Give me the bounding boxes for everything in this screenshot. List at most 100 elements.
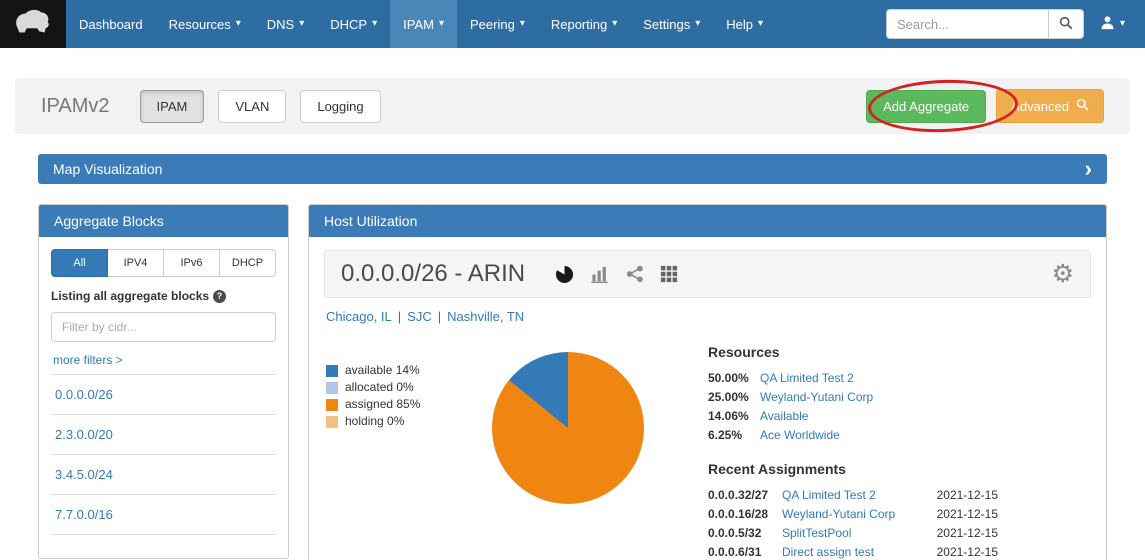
assignment-link[interactable]: Direct assign test — [782, 545, 874, 560]
legend-item-available: available 14% — [326, 362, 476, 379]
assignment-row: 0.0.0.16/28Weyland-Yutani Corp2021-12-15 — [708, 507, 998, 522]
utilization-subheader: 0.0.0.0/26 - ARIN ⚙ — [324, 250, 1091, 298]
aggregate-blocks-panel: Aggregate Blocks All IPV4 IPv6 DHCP List… — [38, 204, 289, 559]
assignment-date: 2021-12-15 — [927, 507, 998, 522]
add-aggregate-button[interactable]: Add Aggregate — [866, 90, 986, 123]
bison-logo-icon — [12, 8, 54, 41]
legend-item-assigned: assigned 85% — [326, 396, 476, 413]
assignment-date: 2021-12-15 — [927, 526, 998, 541]
nav-item-help[interactable]: Help▾ — [713, 0, 776, 48]
map-visualization-bar[interactable]: Map Visualization › — [38, 154, 1107, 184]
nav-item-resources[interactable]: Resources▾ — [156, 0, 254, 48]
tab-vlan[interactable]: VLAN — [218, 90, 286, 123]
recent-assignments-title: Recent Assignments — [708, 461, 998, 477]
list-item-block[interactable]: 0.0.0.0/26 — [51, 374, 276, 414]
location-link[interactable]: Chicago, IL — [326, 309, 392, 324]
assignment-link[interactable]: SplitTestPool — [782, 526, 851, 541]
nav-item-peering[interactable]: Peering▾ — [457, 0, 538, 48]
toolbar-actions: Add Aggregate Advanced — [866, 89, 1104, 123]
caret-down-icon: ▾ — [1120, 19, 1125, 29]
resource-row: 25.00%Weyland-Yutani Corp — [708, 390, 998, 405]
list-item-block[interactable]: 7.7.0.0/16 — [51, 494, 276, 534]
aggregate-block-list: 0.0.0.0/26 2.3.0.0/20 3.4.5.0/24 7.7.0.0… — [51, 374, 276, 558]
assignment-link[interactable]: QA Limited Test 2 — [782, 488, 876, 503]
main-content: Aggregate Blocks All IPV4 IPv6 DHCP List… — [38, 204, 1107, 560]
resources-title: Resources — [708, 344, 998, 360]
caret-down-icon: ▾ — [236, 19, 241, 29]
bar-chart-view-icon[interactable] — [590, 265, 610, 284]
location-separator: | — [398, 309, 401, 324]
nav-item-settings[interactable]: Settings▾ — [630, 0, 713, 48]
map-visualization-title: Map Visualization — [53, 161, 162, 177]
tab-dhcp[interactable]: DHCP — [220, 249, 276, 277]
resource-link[interactable]: Ace Worldwide — [760, 428, 840, 443]
cidr-filter-input[interactable] — [51, 312, 276, 342]
list-item-block-partial[interactable] — [51, 534, 276, 558]
assignment-date: 2021-12-15 — [927, 545, 998, 560]
tab-logging[interactable]: Logging — [300, 90, 380, 123]
chevron-right-icon: › — [1085, 161, 1092, 177]
tab-ipam[interactable]: IPAM — [140, 90, 205, 123]
nav-item-reporting[interactable]: Reporting▾ — [538, 0, 630, 48]
gear-icon[interactable]: ⚙ — [1052, 262, 1074, 287]
utilization-content: available 14% allocated 0% assigned 85% … — [309, 324, 1106, 560]
grid-view-icon[interactable] — [660, 265, 678, 283]
page-title: IPAMv2 — [41, 95, 110, 118]
caret-down-icon: ▾ — [758, 19, 763, 29]
location-link[interactable]: SJC — [407, 309, 432, 324]
resource-row: 50.00%QA Limited Test 2 — [708, 371, 998, 386]
logo[interactable] — [0, 0, 66, 48]
block-filter-tabs: All IPV4 IPv6 DHCP — [51, 249, 276, 277]
list-item-block[interactable]: 3.4.5.0/24 — [51, 454, 276, 494]
nav-item-dns[interactable]: DNS▾ — [254, 0, 317, 48]
user-menu[interactable]: ▾ — [1092, 0, 1133, 48]
search-button[interactable] — [1048, 9, 1084, 39]
list-item-block[interactable]: 2.3.0.0/20 — [51, 414, 276, 454]
caret-down-icon: ▾ — [520, 19, 525, 29]
legend-swatch — [326, 399, 338, 411]
search-icon — [1076, 98, 1089, 114]
search-group — [886, 9, 1084, 39]
user-icon — [1100, 15, 1115, 33]
more-filters-link[interactable]: more filters > — [53, 353, 123, 367]
pie-chart-view-icon[interactable] — [555, 265, 574, 284]
legend-swatch — [326, 416, 338, 428]
tab-all[interactable]: All — [51, 249, 108, 277]
toolbar: IPAMv2 IPAM VLAN Logging Add Aggregate A… — [15, 78, 1130, 134]
legend-swatch — [326, 365, 338, 377]
legend-swatch — [326, 382, 338, 394]
search-input[interactable] — [886, 9, 1048, 39]
caret-down-icon: ▾ — [695, 19, 700, 29]
pie-legend: available 14% allocated 0% assigned 85% … — [326, 362, 476, 560]
tab-ipv4[interactable]: IPV4 — [108, 249, 164, 277]
navbar: Dashboard Resources▾ DNS▾ DHCP▾ IPAM▾ Pe… — [0, 0, 1145, 48]
assignment-row: 0.0.0.6/31Direct assign test2021-12-15 — [708, 545, 998, 560]
listing-label: Listing all aggregate blocks? — [51, 289, 276, 303]
resource-row: 6.25%Ace Worldwide — [708, 428, 998, 443]
assignment-row: 0.0.0.32/27QA Limited Test 22021-12-15 — [708, 488, 998, 503]
pie-chart — [492, 352, 644, 504]
share-icon[interactable] — [626, 265, 644, 283]
nav-item-ipam[interactable]: IPAM▾ — [390, 0, 457, 48]
nav-item-dashboard[interactable]: Dashboard — [66, 0, 156, 48]
caret-down-icon: ▾ — [612, 19, 617, 29]
help-question-icon[interactable]: ? — [213, 290, 226, 303]
aggregate-blocks-header: Aggregate Blocks — [39, 205, 288, 237]
location-separator: | — [438, 309, 441, 324]
host-utilization-header: Host Utilization — [309, 205, 1106, 237]
legend-item-holding: holding 0% — [326, 413, 476, 430]
assignment-link[interactable]: Weyland-Yutani Corp — [782, 507, 895, 522]
assignment-date: 2021-12-15 — [927, 488, 998, 503]
advanced-button[interactable]: Advanced — [996, 89, 1104, 123]
tab-ipv6[interactable]: IPv6 — [164, 249, 220, 277]
utilization-stats: Resources 50.00%QA Limited Test 2 25.00%… — [708, 340, 998, 560]
resource-link[interactable]: QA Limited Test 2 — [760, 371, 854, 386]
assignment-row: 0.0.0.5/32SplitTestPool2021-12-15 — [708, 526, 998, 541]
nav-item-dhcp[interactable]: DHCP▾ — [317, 0, 390, 48]
resource-link[interactable]: Weyland-Yutani Corp — [760, 390, 873, 405]
host-utilization-panel: Host Utilization 0.0.0.0/26 - ARIN ⚙ Chi… — [308, 204, 1107, 560]
resource-row: 14.06%Available — [708, 409, 998, 424]
caret-down-icon: ▾ — [372, 19, 377, 29]
location-link[interactable]: Nashville, TN — [447, 309, 524, 324]
resource-link[interactable]: Available — [760, 409, 808, 424]
